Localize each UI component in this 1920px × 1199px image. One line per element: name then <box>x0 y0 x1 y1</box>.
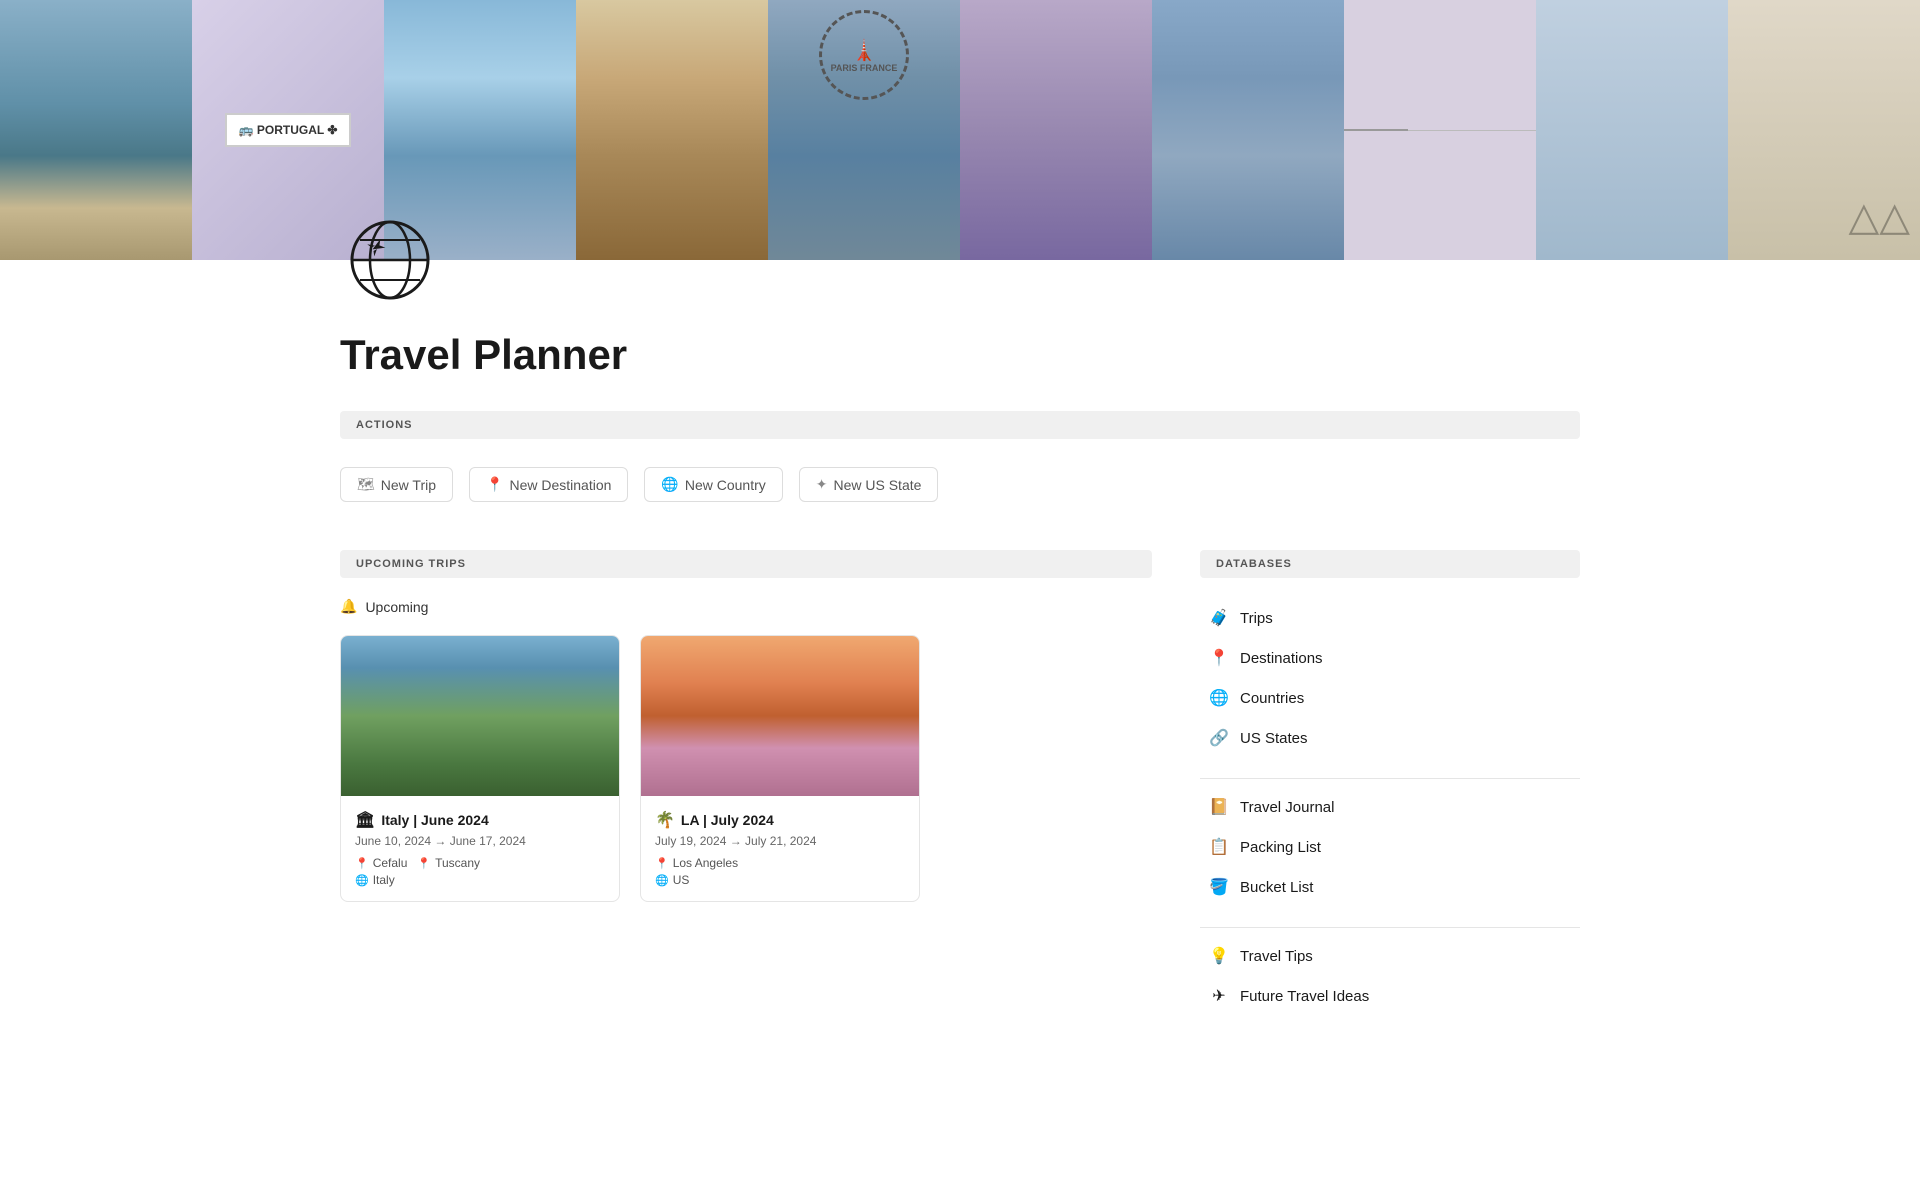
upcoming-trips-header: UPCOMING TRIPS <box>340 550 1152 578</box>
new-us-state-label: New US State <box>833 477 921 493</box>
trip-card-body-la: 🌴 LA | July 2024 July 19, 2024 → July 21… <box>641 796 919 901</box>
trip-country-la: 🌐 US <box>655 873 905 887</box>
bucket-list-label: Bucket List <box>1240 879 1313 896</box>
country-icon-la: 🌐 <box>655 874 669 887</box>
actions-section: ACTIONS 🗺 New Trip 📍 New Destination 🌐 N… <box>340 411 1580 510</box>
new-destination-button[interactable]: 📍 New Destination <box>469 467 628 502</box>
us-states-icon: 🔗 <box>1208 728 1230 748</box>
new-trip-label: New Trip <box>381 477 436 493</box>
trip-title-la: 🌴 LA | July 2024 <box>655 810 905 830</box>
packing-list-label: Packing List <box>1240 839 1321 856</box>
globe-icon <box>340 210 440 310</box>
actions-row: 🗺 New Trip 📍 New Destination 🌐 New Count… <box>340 459 1580 510</box>
filter-icon: 🔔 <box>340 598 357 615</box>
new-us-state-icon: ✦ <box>816 476 828 493</box>
db-group-1: 🧳 Trips 📍 Destinations 🌐 Countries 🔗 US … <box>1200 598 1580 758</box>
countries-label: Countries <box>1240 690 1304 707</box>
banner-photo-10: △△ <box>1728 0 1920 260</box>
db-item-us-states[interactable]: 🔗 US States <box>1200 718 1580 758</box>
portugal-sticker: 🚌 PORTUGAL ✤ <box>225 113 352 147</box>
destination-icon-2: 📍 <box>417 857 431 870</box>
destination-icon-1: 📍 <box>355 857 369 870</box>
new-us-state-button[interactable]: ✦ New US State <box>799 467 939 502</box>
main-layout: UPCOMING TRIPS 🔔 Upcoming 🏛 Italy | June… <box>340 550 1580 1036</box>
destinations-label: Destinations <box>1240 650 1323 667</box>
trip-destination-la: 📍 Los Angeles <box>655 856 905 870</box>
trip-meta-la: 📍 Los Angeles 🌐 US <box>655 856 905 887</box>
db-group-3: 💡 Travel Tips ✈ Future Travel Ideas <box>1200 936 1580 1016</box>
trip-image-italy <box>341 636 619 796</box>
logo-area <box>340 210 1580 315</box>
db-item-travel-journal[interactable]: 📔 Travel Journal <box>1200 787 1580 827</box>
trip-emoji-la: 🌴 <box>655 810 675 830</box>
bucket-list-icon: 🪣 <box>1208 877 1230 897</box>
trip-card-la[interactable]: 🌴 LA | July 2024 July 19, 2024 → July 21… <box>640 635 920 902</box>
trips-section: UPCOMING TRIPS 🔔 Upcoming 🏛 Italy | June… <box>340 550 1152 1036</box>
trip-meta-italy: 📍 Cefalu 📍 Tuscany 🌐 Italy <box>355 856 605 887</box>
page-title: Travel Planner <box>340 331 1580 379</box>
db-divider-1 <box>1200 778 1580 779</box>
new-destination-icon: 📍 <box>486 476 503 493</box>
new-country-icon: 🌐 <box>661 476 678 493</box>
future-travel-label: Future Travel Ideas <box>1240 988 1369 1005</box>
db-divider-2 <box>1200 927 1580 928</box>
new-destination-label: New Destination <box>509 477 611 493</box>
db-item-future-travel[interactable]: ✈ Future Travel Ideas <box>1200 976 1580 1016</box>
travel-journal-icon: 📔 <box>1208 797 1230 817</box>
trip-destination-1-italy: 📍 Cefalu 📍 Tuscany <box>355 856 605 870</box>
db-group-2: 📔 Travel Journal 📋 Packing List 🪣 Bucket… <box>1200 787 1580 907</box>
db-item-bucket-list[interactable]: 🪣 Bucket List <box>1200 867 1580 907</box>
future-travel-icon: ✈ <box>1208 986 1230 1006</box>
databases-section: DATABASES 🧳 Trips 📍 Destinations 🌐 Count… <box>1200 550 1580 1036</box>
trip-image-la <box>641 636 919 796</box>
db-item-countries[interactable]: 🌐 Countries <box>1200 678 1580 718</box>
trip-card-italy[interactable]: 🏛 Italy | June 2024 June 10, 2024 → June… <box>340 635 620 902</box>
new-country-button[interactable]: 🌐 New Country <box>644 467 782 502</box>
actions-section-header: ACTIONS <box>340 411 1580 439</box>
db-item-packing-list[interactable]: 📋 Packing List <box>1200 827 1580 867</box>
filter-label: Upcoming <box>365 599 428 615</box>
new-country-label: New Country <box>685 477 766 493</box>
trips-icon: 🧳 <box>1208 608 1230 628</box>
db-item-travel-tips[interactable]: 💡 Travel Tips <box>1200 936 1580 976</box>
trip-cards: 🏛 Italy | June 2024 June 10, 2024 → June… <box>340 635 1152 902</box>
travel-tips-label: Travel Tips <box>1240 948 1313 965</box>
travel-journal-label: Travel Journal <box>1240 799 1334 816</box>
trip-card-body-italy: 🏛 Italy | June 2024 June 10, 2024 → June… <box>341 796 619 901</box>
trip-dates-la: July 19, 2024 → July 21, 2024 <box>655 834 905 848</box>
db-item-trips[interactable]: 🧳 Trips <box>1200 598 1580 638</box>
countries-icon: 🌐 <box>1208 688 1230 708</box>
destinations-icon: 📍 <box>1208 648 1230 668</box>
us-states-label: US States <box>1240 730 1308 747</box>
trip-dates-italy: June 10, 2024 → June 17, 2024 <box>355 834 605 848</box>
country-icon-italy: 🌐 <box>355 874 369 887</box>
travel-tips-icon: 💡 <box>1208 946 1230 966</box>
trip-emoji-italy: 🏛 <box>355 810 375 830</box>
trip-country-italy: 🌐 Italy <box>355 873 605 887</box>
new-trip-icon: 🗺 <box>357 476 375 493</box>
banner-photo-1 <box>0 0 192 260</box>
destination-icon-la: 📍 <box>655 857 669 870</box>
new-trip-button[interactable]: 🗺 New Trip <box>340 467 453 502</box>
db-item-destinations[interactable]: 📍 Destinations <box>1200 638 1580 678</box>
databases-section-header: DATABASES <box>1200 550 1580 578</box>
packing-list-icon: 📋 <box>1208 837 1230 857</box>
trips-label: Trips <box>1240 610 1273 627</box>
eiffel-stamp: 🗼 PARIS FRANCE <box>819 10 909 100</box>
trip-title-italy: 🏛 Italy | June 2024 <box>355 810 605 830</box>
filter-row[interactable]: 🔔 Upcoming <box>340 598 1152 615</box>
